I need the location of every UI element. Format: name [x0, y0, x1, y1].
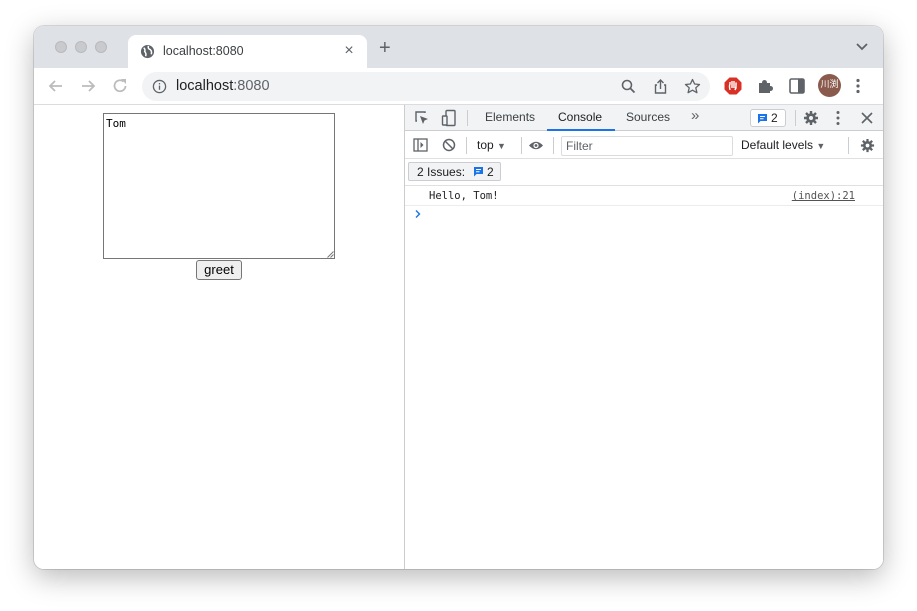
device-toolbar-icon[interactable] — [441, 109, 457, 127]
share-icon[interactable] — [652, 78, 669, 95]
devtools-menu-icon[interactable] — [836, 110, 840, 126]
address-bar[interactable]: localhost:8080 — [142, 72, 710, 101]
message-icon — [474, 167, 483, 177]
separator — [521, 137, 522, 154]
separator — [795, 110, 796, 126]
side-panel-icon[interactable] — [787, 76, 807, 96]
close-devtools-icon[interactable] — [860, 111, 874, 125]
log-levels-dropdown[interactable]: Default levels ▼ — [741, 138, 825, 152]
console-settings-gear-icon[interactable] — [860, 138, 875, 153]
search-icon[interactable] — [620, 78, 637, 95]
context-selector[interactable]: top ▼ — [477, 138, 506, 152]
browser-window: localhost:8080 × + localhost:8080 川渕 Tom… — [34, 26, 883, 569]
tab-sources[interactable]: Sources — [626, 110, 670, 124]
globe-icon — [140, 44, 155, 59]
profile-avatar[interactable]: 川渕 — [818, 74, 841, 97]
name-textarea[interactable]: Tom — [103, 113, 335, 259]
tab-close-icon[interactable]: × — [341, 42, 357, 60]
settings-gear-icon[interactable] — [803, 110, 819, 126]
browser-toolbar: localhost:8080 川渕 — [34, 68, 883, 105]
sidebar-toggle-icon[interactable] — [413, 138, 428, 152]
active-tab-indicator — [547, 129, 615, 131]
puzzle-piece-icon[interactable] — [755, 76, 775, 96]
issues-bar: 2 Issues: 2 — [405, 159, 883, 186]
console-prompt-chevron-icon[interactable] — [414, 209, 422, 219]
new-tab-button[interactable]: + — [379, 38, 391, 58]
info-icon[interactable] — [152, 79, 167, 94]
messages-badge[interactable]: 2 — [750, 109, 786, 127]
devtools-panel: Elements Console Sources » 2 top ▼ Filte… — [404, 105, 883, 569]
clear-console-icon[interactable] — [442, 138, 456, 152]
issues-count: 2 — [487, 165, 494, 179]
console-toolbar: top ▼ Filter Default levels ▼ — [405, 132, 883, 159]
issues-button[interactable]: 2 Issues: 2 — [408, 162, 501, 181]
messages-count: 2 — [771, 111, 778, 125]
issues-label: 2 Issues: — [417, 165, 466, 179]
minimize-window-button[interactable] — [75, 41, 87, 53]
browser-menu-icon[interactable] — [856, 78, 860, 94]
tab-console[interactable]: Console — [558, 110, 602, 124]
forward-arrow-icon[interactable] — [78, 76, 98, 96]
url-text: localhost:8080 — [176, 78, 270, 94]
inspect-element-icon[interactable] — [414, 110, 430, 126]
tab-title: localhost:8080 — [163, 44, 244, 58]
browser-tab[interactable]: localhost:8080 × — [128, 35, 367, 68]
zoom-window-button[interactable] — [95, 41, 107, 53]
page-viewport: Tom greet — [34, 105, 404, 569]
separator — [553, 137, 554, 154]
resize-grip-icon[interactable] — [327, 251, 334, 258]
console-message: Hello, Tom! (index):21 — [405, 186, 883, 206]
bookmark-star-icon[interactable] — [684, 78, 701, 95]
adblock-icon[interactable] — [723, 76, 743, 96]
greet-button[interactable]: greet — [196, 260, 242, 280]
tab-elements[interactable]: Elements — [485, 110, 535, 124]
tab-strip: localhost:8080 × + — [34, 26, 883, 68]
filter-input[interactable]: Filter — [561, 136, 733, 156]
console-message-text: Hello, Tom! — [429, 190, 499, 202]
back-arrow-icon[interactable] — [46, 76, 66, 96]
separator — [467, 110, 468, 126]
eye-icon[interactable] — [528, 140, 544, 151]
devtools-tab-bar: Elements Console Sources » 2 — [405, 105, 883, 131]
console-message-source-link[interactable]: (index):21 — [792, 190, 855, 202]
more-tabs-icon[interactable]: » — [691, 107, 699, 124]
reload-icon[interactable] — [110, 76, 130, 96]
separator — [848, 137, 849, 154]
console-output: Hello, Tom! (index):21 — [405, 186, 883, 569]
close-window-button[interactable] — [55, 41, 67, 53]
message-icon — [758, 114, 767, 124]
chevron-down-icon[interactable] — [855, 42, 869, 52]
separator — [466, 137, 467, 154]
